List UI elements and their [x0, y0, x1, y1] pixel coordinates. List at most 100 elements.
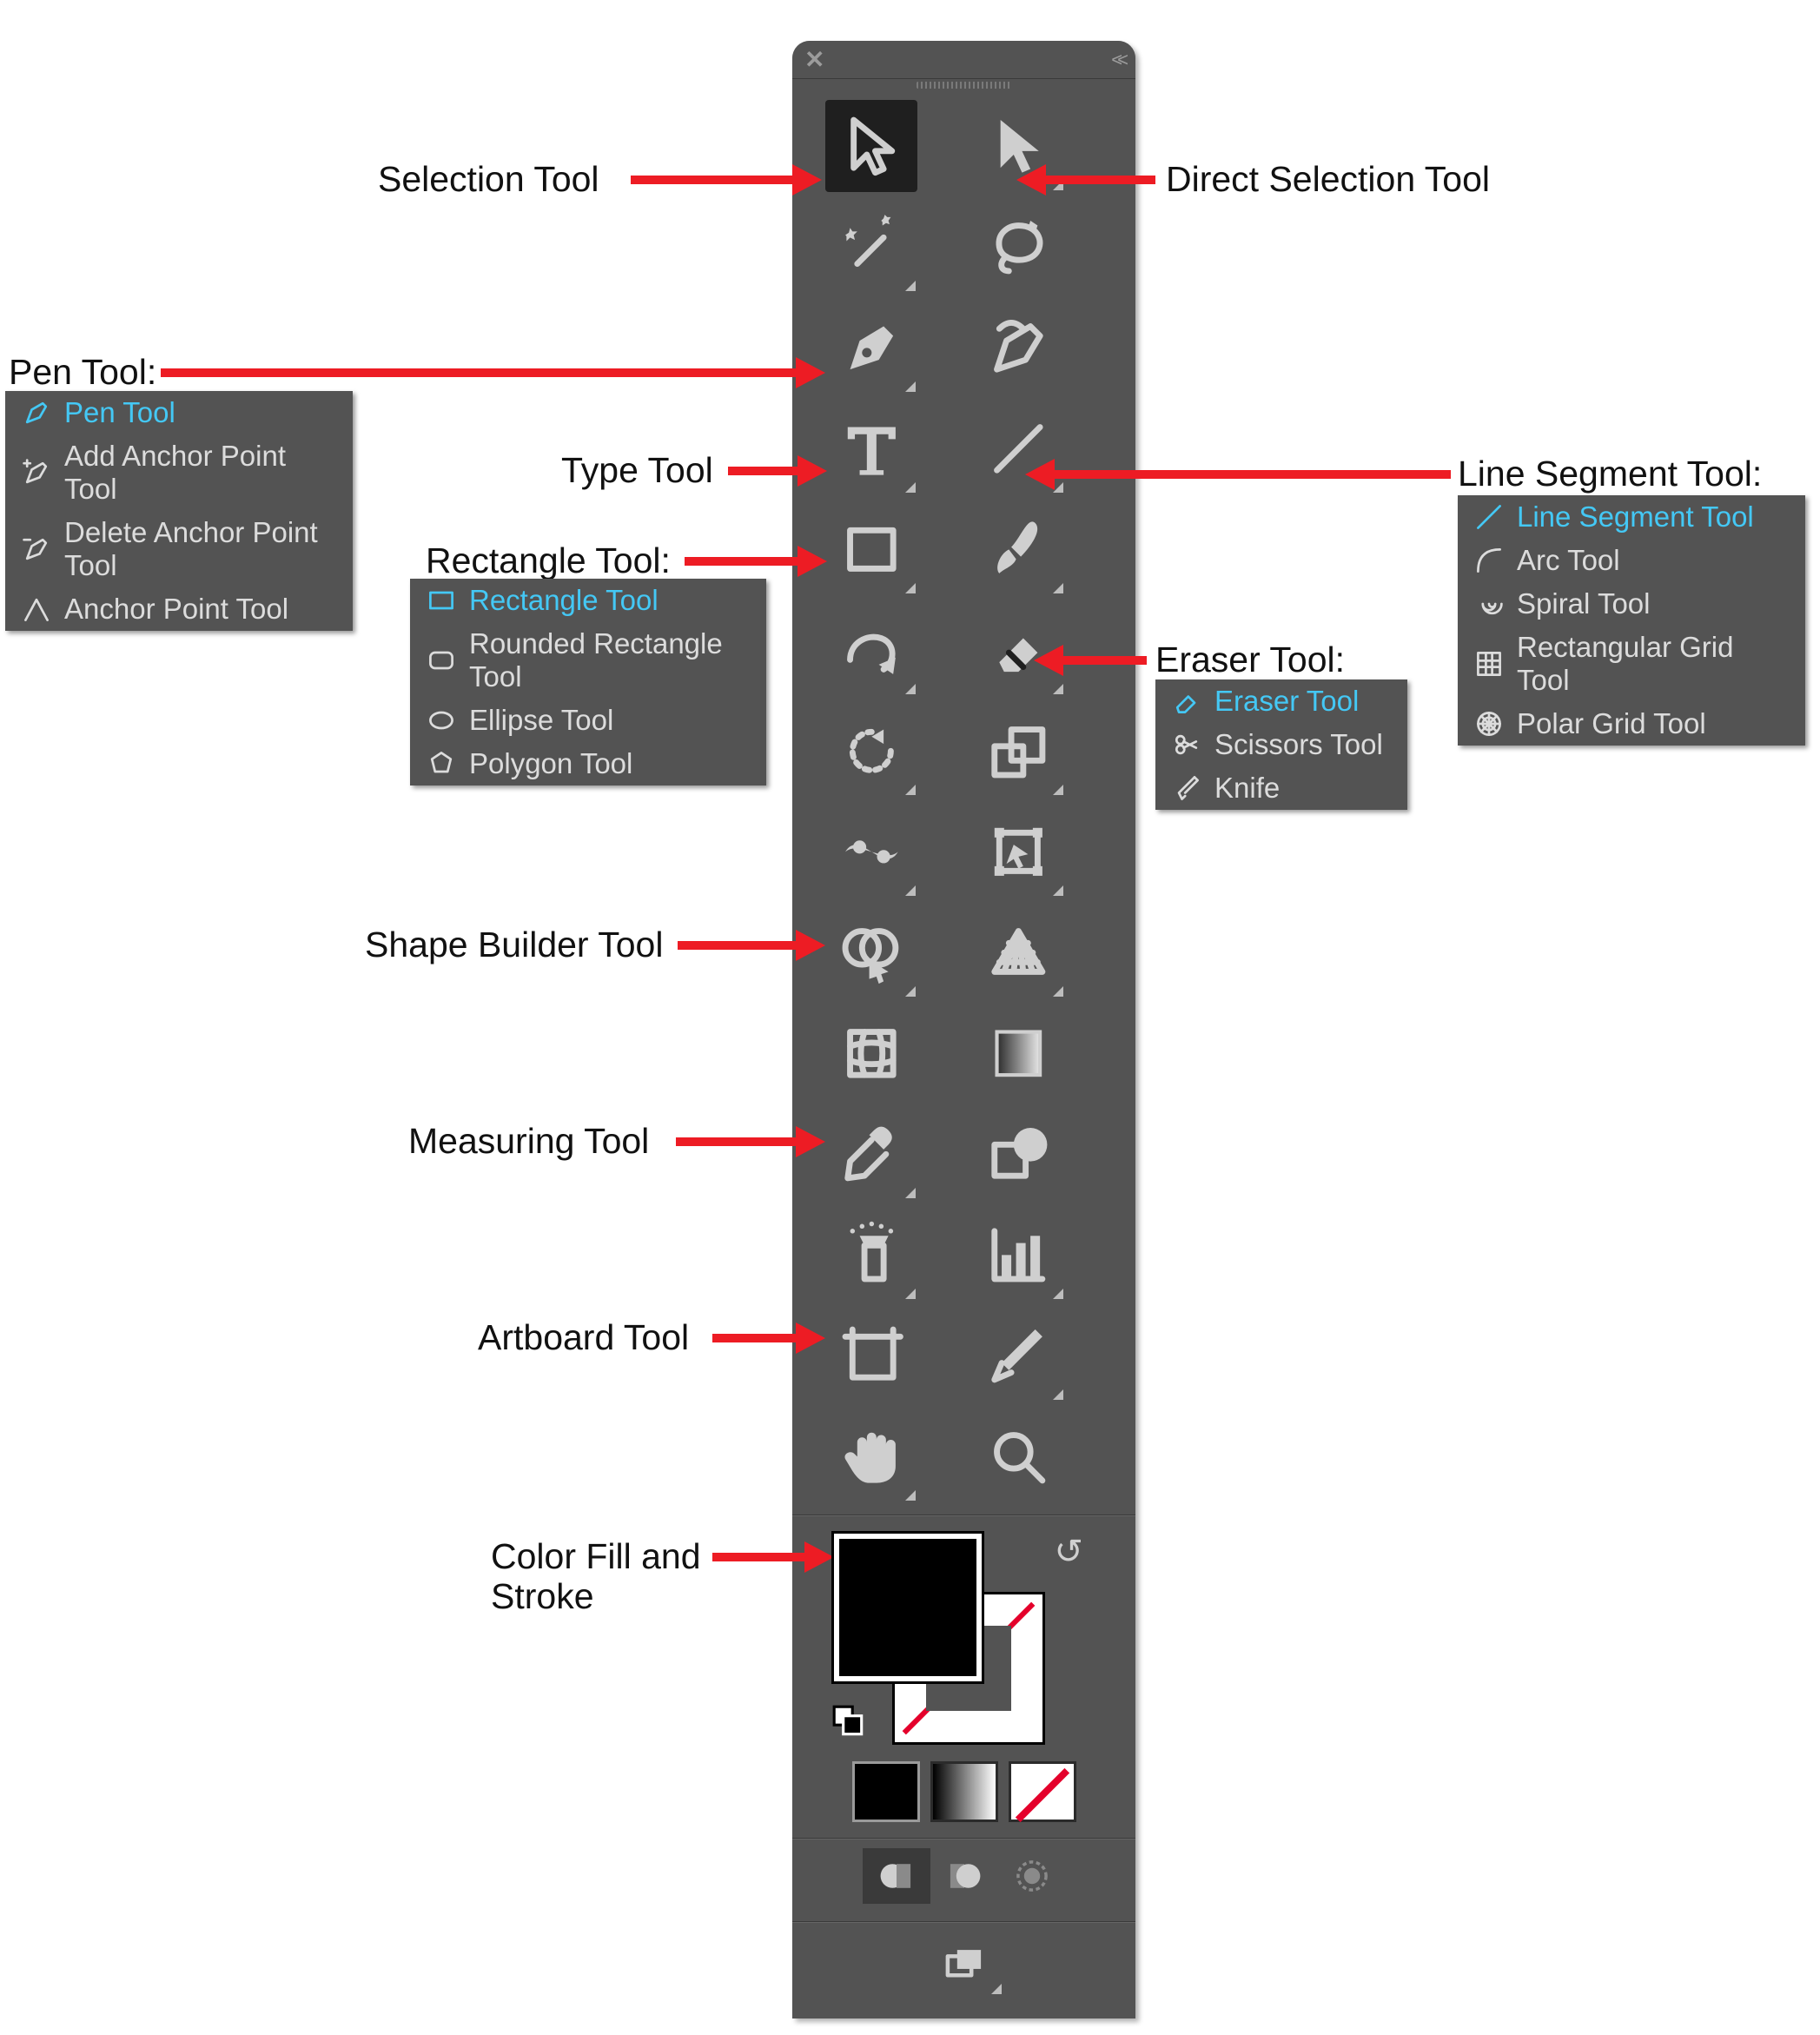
panel-grip[interactable] [792, 79, 1135, 91]
flyout-item-label: Rounded Rectangle Tool [469, 627, 751, 693]
symbol-sprayer-tool[interactable] [825, 1209, 917, 1301]
flyout-item[interactable]: Rounded Rectangle Tool [410, 622, 766, 699]
label-color-fill-stroke-1: Color Fill and [491, 1536, 701, 1577]
flyout-item[interactable]: Arc Tool [1458, 539, 1805, 582]
rectangle-flyout: Rectangle Tool Rounded Rectangle Tool El… [410, 579, 766, 785]
flyout-item[interactable]: Rectangular Grid Tool [1458, 626, 1805, 702]
flyout-item[interactable]: Ellipse Tool [410, 699, 766, 742]
pen-flyout: Pen Tool Add Anchor Point Tool Delete An… [5, 391, 353, 631]
label-shape-builder: Shape Builder Tool [365, 925, 663, 965]
flyout-item[interactable]: Add Anchor Point Tool [5, 434, 353, 511]
eraser-flyout: Eraser Tool Scissors Tool Knife [1155, 679, 1407, 810]
drawing-mode-row [792, 1843, 1135, 1918]
arrow [631, 176, 796, 184]
flyout-item[interactable]: Polygon Tool [410, 742, 766, 785]
scale-tool[interactable] [973, 705, 1065, 797]
label-direct-selection: Direct Selection Tool [1166, 159, 1490, 200]
flyout-item-label: Knife [1214, 772, 1280, 805]
arrow-head [796, 1322, 825, 1354]
flyout-item-label: Ellipse Tool [469, 704, 613, 737]
paintbrush-tool[interactable] [973, 503, 1065, 595]
color-mode-none[interactable] [1009, 1761, 1076, 1822]
close-icon[interactable]: ✕ [804, 45, 824, 74]
type-tool[interactable] [825, 402, 917, 494]
shaper-tool[interactable] [825, 604, 917, 696]
flyout-item[interactable]: Pen Tool [5, 391, 353, 434]
flyout-item-label: Scissors Tool [1214, 728, 1383, 761]
hand-tool[interactable] [825, 1410, 917, 1502]
flyout-item[interactable]: Spiral Tool [1458, 582, 1805, 626]
flyout-item-label: Spiral Tool [1517, 587, 1650, 620]
arrow-head [796, 930, 825, 961]
blend-tool[interactable] [973, 1108, 1065, 1200]
artboard-tool[interactable] [825, 1309, 917, 1402]
tools-panel: ✕ << [792, 41, 1135, 2018]
flyout-item[interactable]: Rectangle Tool [410, 579, 766, 622]
arrow-head [796, 357, 825, 388]
gradient-tool[interactable] [973, 1007, 1065, 1099]
flyout-item-label: Rectangle Tool [469, 584, 659, 617]
arrow [728, 467, 801, 475]
flyout-item[interactable]: Delete Anchor Point Tool [5, 511, 353, 587]
mesh-tool[interactable] [825, 1007, 917, 1099]
color-mode-row [792, 1754, 1135, 1834]
panel-header: ✕ << [792, 41, 1135, 79]
color-mode-solid[interactable] [852, 1761, 920, 1822]
zoom-tool[interactable] [973, 1410, 1065, 1502]
rectangle-tool[interactable] [825, 503, 917, 595]
flyout-item[interactable]: Line Segment Tool [1458, 495, 1805, 539]
shape-builder-tool[interactable] [825, 906, 917, 998]
label-line-segment: Line Segment Tool: [1458, 454, 1762, 494]
draw-inside-icon[interactable] [998, 1848, 1066, 1904]
fill-swatch[interactable] [834, 1534, 982, 1681]
eyedropper-tool[interactable] [825, 1108, 917, 1200]
flyout-item[interactable]: Polar Grid Tool [1458, 702, 1805, 746]
flyout-item-label: Eraser Tool [1214, 685, 1359, 718]
arrow-head [797, 546, 827, 577]
label-artboard: Artboard Tool [478, 1317, 689, 1358]
arrow [712, 1553, 808, 1561]
curvature-tool[interactable] [973, 302, 1065, 394]
screen-mode-row [792, 1926, 1135, 2018]
arrow-head [1016, 164, 1046, 196]
arrow [1051, 470, 1451, 479]
draw-behind-icon[interactable] [930, 1848, 998, 1904]
column-graph-tool[interactable] [973, 1209, 1065, 1301]
arrow-head [792, 164, 822, 196]
magic-wand-tool[interactable] [825, 201, 917, 293]
default-fill-stroke-icon[interactable] [831, 1703, 867, 1744]
flyout-item-label: Rectangular Grid Tool [1517, 631, 1790, 697]
flyout-item-label: Anchor Point Tool [64, 593, 288, 626]
color-mode-gradient[interactable] [930, 1761, 998, 1822]
arrow [1060, 656, 1147, 665]
pen-tool[interactable] [825, 302, 917, 394]
label-rectangle: Rectangle Tool: [426, 540, 671, 581]
flyout-item-label: Pen Tool [64, 396, 175, 429]
line-flyout: Line Segment Tool Arc Tool Spiral Tool R… [1458, 495, 1805, 746]
arrow [676, 1137, 799, 1146]
width-tool[interactable] [825, 805, 917, 898]
perspective-grid-tool[interactable] [973, 906, 1065, 998]
lasso-tool[interactable] [973, 201, 1065, 293]
flyout-item-label: Line Segment Tool [1517, 500, 1754, 534]
selection-tool[interactable] [825, 100, 917, 192]
flyout-item[interactable]: Knife [1155, 766, 1407, 810]
rotate-tool[interactable] [825, 705, 917, 797]
flyout-item[interactable]: Eraser Tool [1155, 679, 1407, 723]
arrow [712, 1334, 799, 1342]
free-transform-tool[interactable] [973, 805, 1065, 898]
draw-normal-icon[interactable] [863, 1848, 930, 1904]
flyout-item-label: Delete Anchor Point Tool [64, 516, 337, 582]
label-selection: Selection Tool [378, 159, 599, 200]
tool-grid [792, 91, 1135, 1511]
collapse-icon[interactable]: << [1111, 49, 1123, 71]
flyout-item[interactable]: Anchor Point Tool [5, 587, 353, 631]
screen-mode-tool[interactable] [925, 1935, 1003, 1996]
arrow-head [797, 455, 827, 487]
arrow-head [796, 1126, 825, 1157]
swap-fill-stroke-icon[interactable]: ↺ [1054, 1532, 1083, 1572]
flyout-item[interactable]: Scissors Tool [1155, 723, 1407, 766]
arrow [1042, 176, 1155, 184]
slice-tool[interactable] [973, 1309, 1065, 1402]
flyout-item-label: Polar Grid Tool [1517, 707, 1706, 740]
